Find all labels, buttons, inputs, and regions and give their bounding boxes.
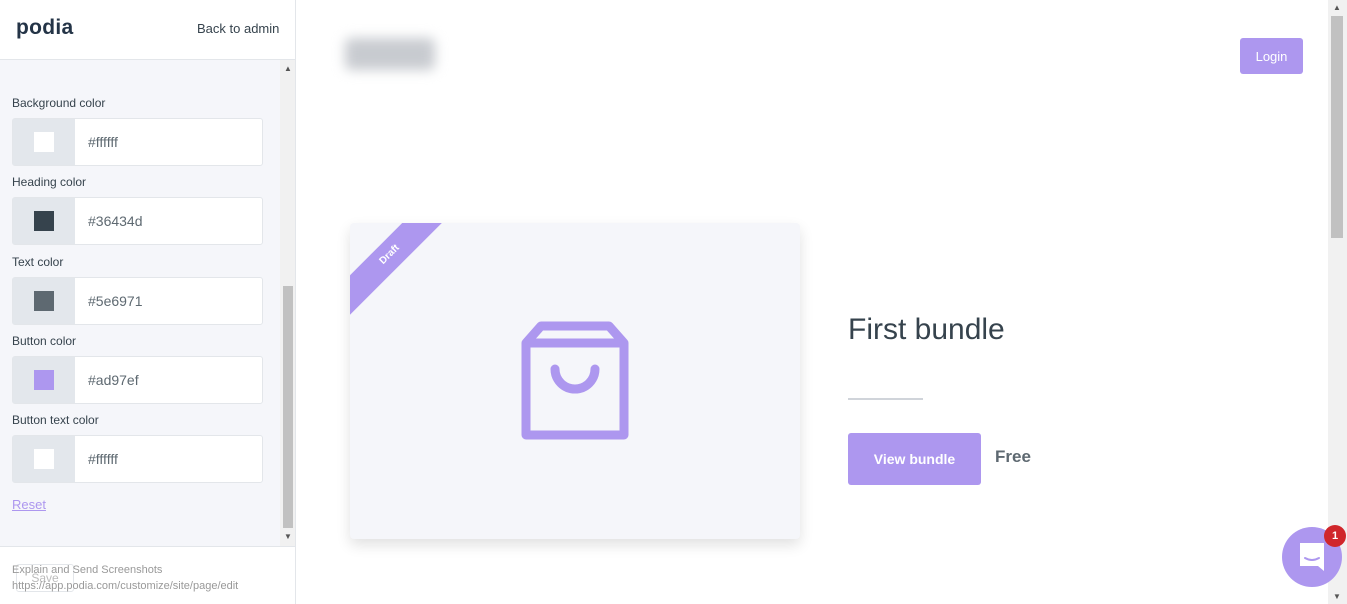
back-to-admin-link[interactable]: Back to admin <box>197 21 279 36</box>
shopping-bag-icon <box>521 321 629 440</box>
podia-logo[interactable]: podia <box>16 16 74 40</box>
button-text-color-field[interactable]: #ffffff <box>12 435 263 483</box>
reset-link[interactable]: Reset <box>12 497 46 512</box>
color-picker[interactable] <box>13 119 75 165</box>
bundle-image-card[interactable]: Draft <box>350 223 800 539</box>
site-logo-blurred <box>345 38 435 70</box>
color-input[interactable]: #ffffff <box>75 436 118 482</box>
overlay-url: https://app.podia.com/customize/site/pag… <box>12 580 239 592</box>
divider <box>848 398 923 400</box>
preview-scroll-thumb[interactable] <box>1331 16 1343 238</box>
notification-badge: 1 <box>1324 525 1346 547</box>
sidebar-scroll-thumb[interactable] <box>283 286 293 528</box>
color-swatch <box>34 370 54 390</box>
field-label: Heading color <box>12 175 87 189</box>
scroll-up-icon[interactable]: ▲ <box>284 64 292 73</box>
chat-icon <box>1300 543 1324 571</box>
color-swatch <box>34 449 54 469</box>
site-preview: Login Draft First bundle View bundle Fre… <box>307 0 1328 604</box>
color-input[interactable]: #36434d <box>75 198 143 244</box>
scroll-up-icon[interactable]: ▲ <box>1333 3 1341 12</box>
color-picker[interactable] <box>13 436 75 482</box>
text-color-field[interactable]: #5e6971 <box>12 277 263 325</box>
field-label: Background color <box>12 96 106 110</box>
draft-ribbon: Draft <box>350 223 457 322</box>
customize-sidebar: podia Back to admin Background color #ff… <box>0 0 296 604</box>
color-input[interactable]: #5e6971 <box>75 278 143 324</box>
bundle-title: First bundle <box>848 313 1005 346</box>
color-swatch <box>34 291 54 311</box>
field-label: Button color <box>12 334 77 348</box>
color-picker[interactable] <box>13 278 75 324</box>
color-settings-panel: Background color #ffffff Heading color #… <box>0 60 280 546</box>
overlay-caption: Explain and Send Screenshots <box>12 564 163 576</box>
color-swatch <box>34 211 54 231</box>
color-swatch <box>34 132 54 152</box>
view-bundle-button[interactable]: View bundle <box>848 433 981 485</box>
scroll-down-icon[interactable]: ▼ <box>1333 592 1341 601</box>
background-color-field[interactable]: #ffffff <box>12 118 263 166</box>
color-input[interactable]: #ad97ef <box>75 357 139 403</box>
color-input[interactable]: #ffffff <box>75 119 118 165</box>
button-color-field[interactable]: #ad97ef <box>12 356 263 404</box>
color-picker[interactable] <box>13 357 75 403</box>
sidebar-header: podia Back to admin <box>0 0 295 60</box>
bundle-price: Free <box>995 447 1031 466</box>
heading-color-field[interactable]: #36434d <box>12 197 263 245</box>
scroll-down-icon[interactable]: ▼ <box>284 532 292 541</box>
field-label: Button text color <box>12 413 99 427</box>
login-button[interactable]: Login <box>1240 38 1303 74</box>
color-picker[interactable] <box>13 198 75 244</box>
field-label: Text color <box>12 255 64 269</box>
